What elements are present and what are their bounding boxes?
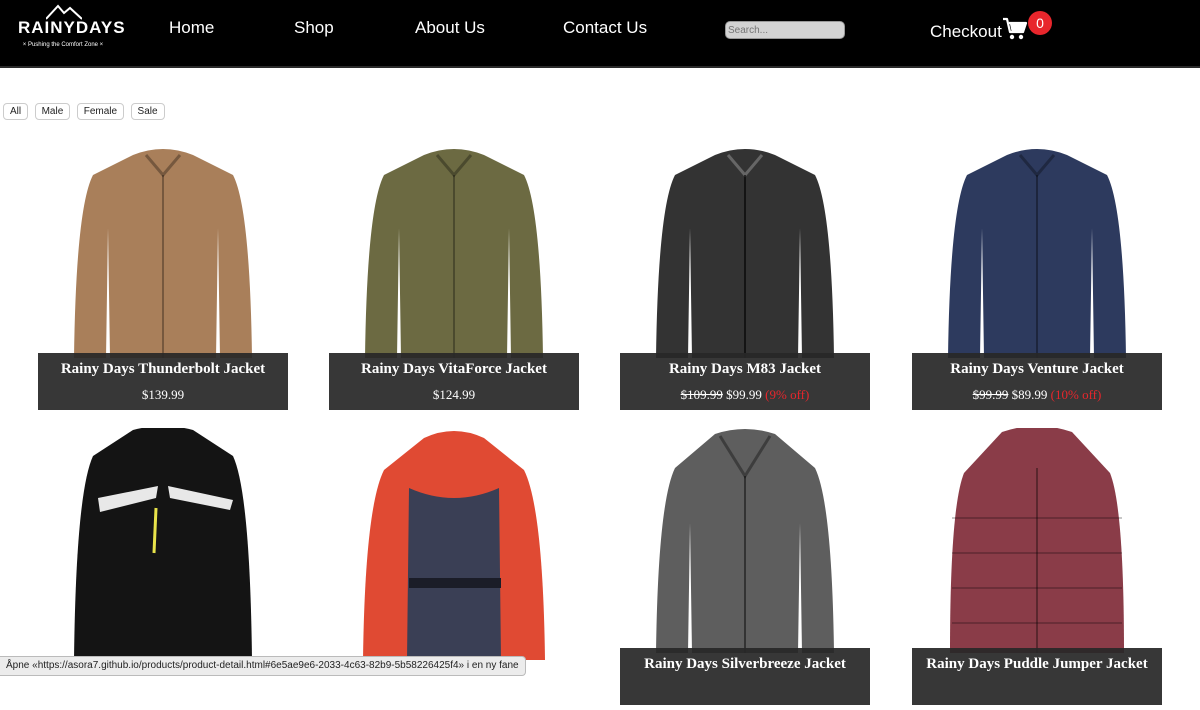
filter-male-button[interactable]: Male — [34, 103, 71, 120]
product-image — [363, 431, 545, 660]
nav-about-us[interactable]: About Us — [415, 18, 485, 38]
product-price: $99.99 $89.99 (10% off) — [912, 387, 1162, 403]
product-name: Rainy Days Venture Jacket — [950, 361, 1124, 377]
nav-shop[interactable]: Shop — [294, 18, 334, 38]
checkout-link[interactable]: Checkout — [930, 22, 1002, 42]
browser-status-bar: Åpne «https://asora7.github.io/products/… — [0, 656, 526, 676]
original-price: $109.99 — [680, 387, 723, 402]
brand-name: RAINYDAYS — [18, 18, 126, 37]
cart-count-badge: 0 — [1028, 11, 1052, 35]
product-caption: Rainy Days M83 Jacket $109.99 $99.99 (9%… — [620, 353, 870, 410]
product-card[interactable]: Rainy Days Silverbreeze Jacket — [620, 428, 870, 710]
product-name: Rainy Days M83 Jacket — [668, 361, 822, 377]
product-image — [74, 149, 252, 358]
nav-home[interactable]: Home — [169, 18, 214, 38]
brand-tagline: × Pushing the Comfort Zone × — [22, 42, 104, 48]
filter-sale-button[interactable]: Sale — [130, 103, 165, 120]
current-price: $99.99 — [726, 387, 762, 402]
current-price: $139.99 — [141, 387, 185, 402]
product-image — [74, 428, 252, 660]
search-input[interactable] — [725, 21, 845, 39]
product-image — [950, 428, 1124, 653]
original-price: $99.99 — [972, 387, 1009, 402]
brand-logo[interactable]: RAINYDAYS × Pushing the Comfort Zone × — [18, 4, 126, 52]
product-card[interactable]: Rainy Days VitaForce Jacket $124.99 — [329, 133, 579, 415]
product-name: Rainy Days Thunderbolt Jacket — [60, 361, 266, 377]
current-price: $89.99 — [1011, 387, 1048, 402]
product-price: $139.99 — [38, 387, 288, 403]
product-price: $124.99 — [329, 387, 579, 403]
nav-contact-us[interactable]: Contact Us — [563, 18, 647, 38]
product-caption: Rainy Days VitaForce Jacket $124.99 — [329, 353, 579, 410]
product-card[interactable]: Rainy Days M83 Jacket $109.99 $99.99 (9%… — [620, 133, 870, 415]
product-card[interactable]: Rainy Days Thunderbolt Jacket $139.99 — [38, 133, 288, 415]
product-image — [948, 149, 1126, 358]
navbar: RAINYDAYS × Pushing the Comfort Zone × H… — [0, 0, 1200, 68]
current-price: $124.99 — [432, 387, 476, 402]
discount-label: (9% off) — [765, 387, 810, 402]
filter-female-button[interactable]: Female — [76, 103, 125, 120]
filter-bar: All Male Female Sale — [3, 101, 167, 120]
product-name: Rainy Days Silverbreeze Jacket — [644, 656, 846, 672]
product-price: $109.99 $99.99 (9% off) — [620, 387, 870, 403]
product-caption: Rainy Days Thunderbolt Jacket $139.99 — [38, 353, 288, 410]
product-image — [656, 429, 834, 653]
product-image — [365, 149, 543, 358]
product-name: Rainy Days Puddle Jumper Jacket — [926, 656, 1148, 672]
cart-icon[interactable] — [1002, 17, 1028, 41]
product-caption: Rainy Days Venture Jacket $99.99 $89.99 … — [912, 353, 1162, 410]
product-card[interactable]: Rainy Days Puddle Jumper Jacket — [912, 428, 1162, 710]
product-card[interactable]: Rainy Days Venture Jacket $99.99 $89.99 … — [912, 133, 1162, 415]
product-name: Rainy Days VitaForce Jacket — [361, 361, 547, 377]
discount-label: (10% off) — [1050, 387, 1102, 402]
product-image — [656, 149, 834, 358]
filter-all-button[interactable]: All — [3, 103, 29, 120]
